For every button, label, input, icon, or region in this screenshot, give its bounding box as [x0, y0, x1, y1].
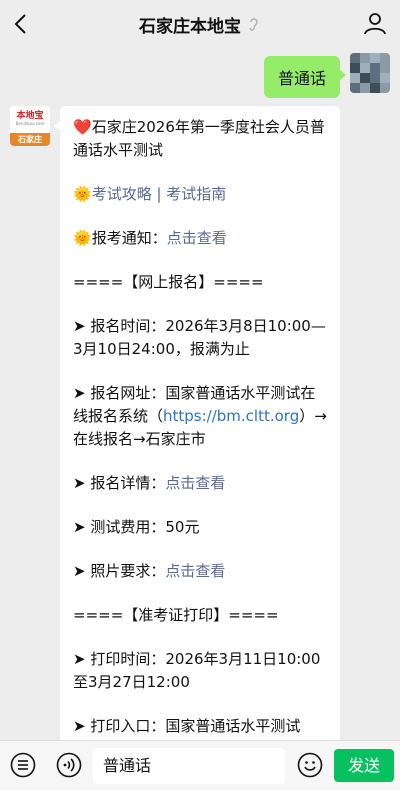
incoming-bubble: ❤️石家庄2026年第一季度社会人员普通话水平测试 🌞考试攻略 | 考试指南 🌞… — [54, 106, 340, 740]
fee-line: ➤ 测试费用：50元 — [73, 516, 330, 539]
message-input[interactable]: 普通话 — [93, 748, 285, 784]
user-avatar[interactable] — [350, 53, 390, 93]
menu-icon[interactable] — [10, 752, 36, 778]
bot-avatar-logo-text: 本地宝 — [16, 111, 44, 121]
bot-avatar-city-text: 石家庄 — [10, 133, 50, 146]
print-time-line: ➤ 打印时间：2026年3月11日10:00至3月27日12:00 — [73, 648, 330, 694]
back-icon[interactable] — [10, 12, 34, 36]
reg-time: 报名时间：2026年3月8日10:00—3月10日24:00，报满为止 — [73, 317, 326, 358]
print-entry-line: ➤ 打印入口：国家普通话水平测试 — [73, 715, 330, 738]
photo-label: 照片要求： — [90, 562, 166, 580]
chat-header: 石家庄本地宝 — [0, 0, 400, 48]
reg-detail-line: ➤ 报名详情：点击查看 — [73, 472, 330, 495]
outgoing-bubble[interactable]: 普通话 — [263, 56, 347, 98]
title-wrap: 石家庄本地宝 — [139, 12, 261, 37]
photo-link[interactable]: 点击查看 — [165, 562, 225, 580]
arrow-icon: ➤ — [73, 650, 86, 668]
send-button[interactable]: 发送 — [334, 749, 394, 782]
guide-line: 🌞考试攻略 | 考试指南 — [73, 183, 330, 206]
arrow-icon: ➤ — [73, 717, 86, 735]
reg-detail-label: 报名详情： — [90, 474, 166, 492]
print-time: 打印时间：2026年3月11日10:00至3月27日12:00 — [73, 650, 321, 691]
ear-icon — [249, 18, 258, 31]
reg-site-line: ➤ 报名网址：国家普通话水平测试在线报名系统（https://bm.cltt.o… — [73, 382, 330, 451]
arrow-icon: ➤ — [73, 562, 86, 580]
section-online-heading: ====【网上报名】==== — [73, 273, 264, 291]
arrow-icon: ➤ — [73, 518, 86, 536]
exam-strategy-link[interactable]: 考试攻略 — [92, 185, 152, 203]
message-title: 石家庄2026年第一季度社会人员普通话水平测试 — [73, 118, 325, 159]
bot-avatar[interactable]: 本地宝 Bendibao.com 石家庄 — [10, 106, 50, 146]
guide-separator: | — [151, 185, 167, 203]
section-print-heading: ====【准考证打印】==== — [73, 606, 279, 624]
reg-site-url-link[interactable]: https://bm.cltt.org — [163, 407, 299, 425]
bot-avatar-domain-text: Bendibao.com — [15, 121, 45, 126]
notice-label: 报考通知： — [91, 229, 167, 247]
notice-line: 🌞报考通知：点击查看 — [73, 227, 330, 250]
profile-icon[interactable] — [362, 10, 388, 36]
outgoing-message-row: 普通话 — [263, 53, 390, 98]
print-entry: 打印入口：国家普通话水平测试 — [90, 717, 301, 735]
exam-guide-link[interactable]: 考试指南 — [166, 185, 226, 203]
reg-detail-link[interactable]: 点击查看 — [165, 474, 225, 492]
chat-title: 石家庄本地宝 — [139, 16, 241, 37]
input-bar: 普通话 发送 — [0, 740, 400, 790]
emoji-icon[interactable] — [297, 752, 323, 778]
voice-icon[interactable] — [56, 752, 82, 778]
heart-icon: ❤️ — [73, 118, 92, 136]
arrow-icon: ➤ — [73, 384, 86, 402]
chat-area[interactable]: 普通话 本地宝 Bendibao.com 石家庄 ❤️石家庄2026年第一季度社… — [0, 48, 400, 740]
reg-time-line: ➤ 报名时间：2026年3月8日10:00—3月10日24:00，报满为止 — [73, 315, 330, 361]
arrow-icon: ➤ — [73, 317, 86, 335]
message-title-line: ❤️石家庄2026年第一季度社会人员普通话水平测试 — [73, 116, 330, 162]
fee-text: 测试费用：50元 — [90, 518, 200, 536]
photo-line: ➤ 照片要求：点击查看 — [73, 560, 330, 583]
notice-link[interactable]: 点击查看 — [167, 229, 227, 247]
sun-icon: 🌞 — [73, 185, 92, 203]
arrow-icon: ➤ — [73, 474, 86, 492]
sun-icon: 🌞 — [73, 229, 92, 247]
